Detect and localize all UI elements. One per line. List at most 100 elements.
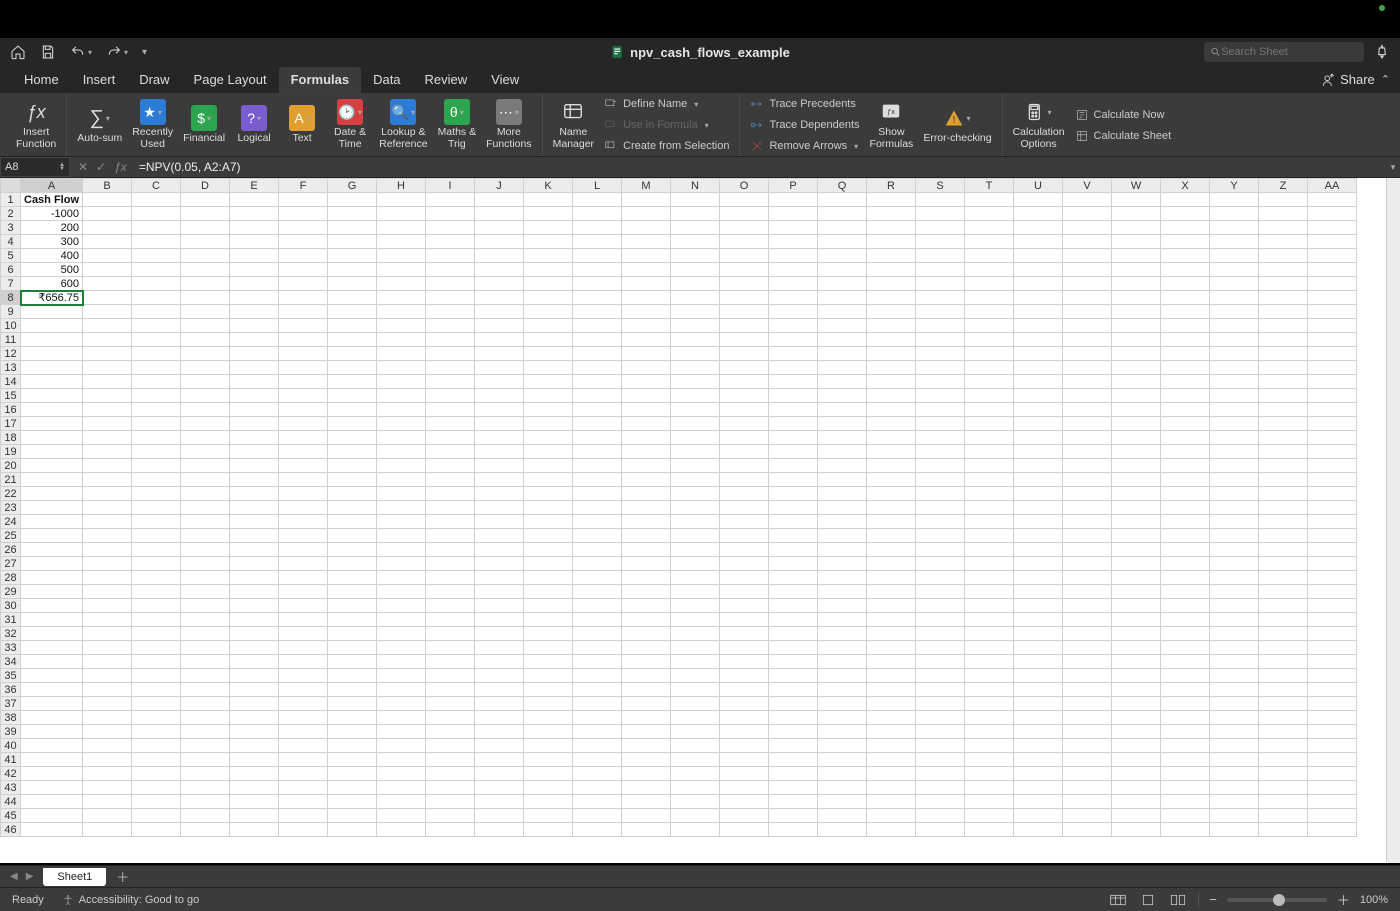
cell[interactable] (328, 221, 377, 235)
cell[interactable] (916, 417, 965, 431)
cell[interactable] (181, 445, 230, 459)
cell[interactable] (1308, 221, 1357, 235)
cell[interactable] (1112, 277, 1161, 291)
cell[interactable] (1259, 263, 1308, 277)
cell[interactable] (1161, 291, 1210, 305)
cell[interactable] (83, 627, 132, 641)
cell[interactable] (21, 599, 83, 613)
cell[interactable] (1308, 389, 1357, 403)
cell[interactable] (867, 613, 916, 627)
cell[interactable] (622, 501, 671, 515)
name-manager-button[interactable]: NameManager (549, 96, 598, 154)
cell[interactable] (230, 459, 279, 473)
cell[interactable] (1161, 767, 1210, 781)
cell[interactable] (377, 305, 426, 319)
cell[interactable] (1063, 557, 1112, 571)
cell[interactable] (720, 431, 769, 445)
cell[interactable] (1112, 249, 1161, 263)
cell[interactable] (1308, 711, 1357, 725)
cell[interactable] (524, 417, 573, 431)
cell[interactable] (475, 445, 524, 459)
column-header[interactable]: A (21, 179, 83, 193)
cell[interactable] (1161, 529, 1210, 543)
cell[interactable] (622, 403, 671, 417)
cell[interactable] (622, 557, 671, 571)
cell[interactable] (769, 529, 818, 543)
cell[interactable] (965, 711, 1014, 725)
cell[interactable] (475, 431, 524, 445)
row-header[interactable]: 42 (1, 767, 21, 781)
cell[interactable] (1014, 613, 1063, 627)
cell[interactable] (1308, 627, 1357, 641)
cell[interactable] (1210, 627, 1259, 641)
column-header[interactable]: AA (1308, 179, 1357, 193)
cell[interactable] (524, 207, 573, 221)
cell[interactable] (573, 515, 622, 529)
cell[interactable] (1112, 641, 1161, 655)
cell[interactable] (279, 501, 328, 515)
cell[interactable] (1210, 249, 1259, 263)
cell[interactable] (1161, 599, 1210, 613)
tab-home[interactable]: Home (12, 67, 71, 93)
cell[interactable] (328, 571, 377, 585)
cell[interactable] (1161, 487, 1210, 501)
cell[interactable] (1014, 221, 1063, 235)
cell[interactable] (377, 347, 426, 361)
cell[interactable] (1112, 529, 1161, 543)
more-functions-button[interactable]: ⋯▾ MoreFunctions (482, 96, 536, 154)
cell[interactable] (769, 319, 818, 333)
cell[interactable] (1161, 725, 1210, 739)
cell[interactable] (83, 557, 132, 571)
cell[interactable] (867, 697, 916, 711)
cell[interactable] (965, 417, 1014, 431)
cell[interactable] (965, 473, 1014, 487)
cell[interactable] (524, 711, 573, 725)
undo-icon[interactable]: ▾ (70, 44, 92, 60)
cell[interactable] (1308, 417, 1357, 431)
cell[interactable] (524, 347, 573, 361)
cell[interactable] (1210, 305, 1259, 319)
cell[interactable] (426, 249, 475, 263)
cell[interactable] (671, 333, 720, 347)
row-header[interactable]: 4 (1, 235, 21, 249)
cell[interactable] (965, 781, 1014, 795)
cell[interactable] (426, 305, 475, 319)
cell[interactable] (916, 361, 965, 375)
cell[interactable] (524, 571, 573, 585)
cell[interactable] (83, 473, 132, 487)
cell[interactable] (965, 767, 1014, 781)
cell[interactable] (230, 249, 279, 263)
cell[interactable]: ₹656.75 (21, 291, 83, 305)
cell[interactable] (622, 459, 671, 473)
cell[interactable] (1308, 263, 1357, 277)
cell[interactable] (769, 305, 818, 319)
cell[interactable] (818, 599, 867, 613)
cell[interactable] (377, 277, 426, 291)
cell[interactable] (230, 263, 279, 277)
cell[interactable] (867, 333, 916, 347)
cell[interactable] (818, 739, 867, 753)
cell[interactable] (1014, 767, 1063, 781)
cell[interactable] (1308, 249, 1357, 263)
cell[interactable] (279, 697, 328, 711)
cell[interactable] (475, 501, 524, 515)
cell[interactable] (1112, 445, 1161, 459)
cell[interactable] (181, 543, 230, 557)
cell[interactable] (1308, 207, 1357, 221)
cell[interactable] (524, 515, 573, 529)
cell[interactable] (83, 767, 132, 781)
cell[interactable] (524, 543, 573, 557)
cell[interactable] (475, 263, 524, 277)
column-header[interactable]: P (769, 179, 818, 193)
cell[interactable] (1161, 711, 1210, 725)
cell[interactable] (475, 767, 524, 781)
financial-button[interactable]: $▾ Financial (179, 96, 229, 154)
cell[interactable] (671, 795, 720, 809)
cell[interactable] (622, 669, 671, 683)
cell[interactable] (916, 389, 965, 403)
cell[interactable] (720, 613, 769, 627)
cell[interactable] (524, 319, 573, 333)
cell[interactable] (769, 823, 818, 837)
cell[interactable] (867, 739, 916, 753)
cell[interactable] (328, 753, 377, 767)
